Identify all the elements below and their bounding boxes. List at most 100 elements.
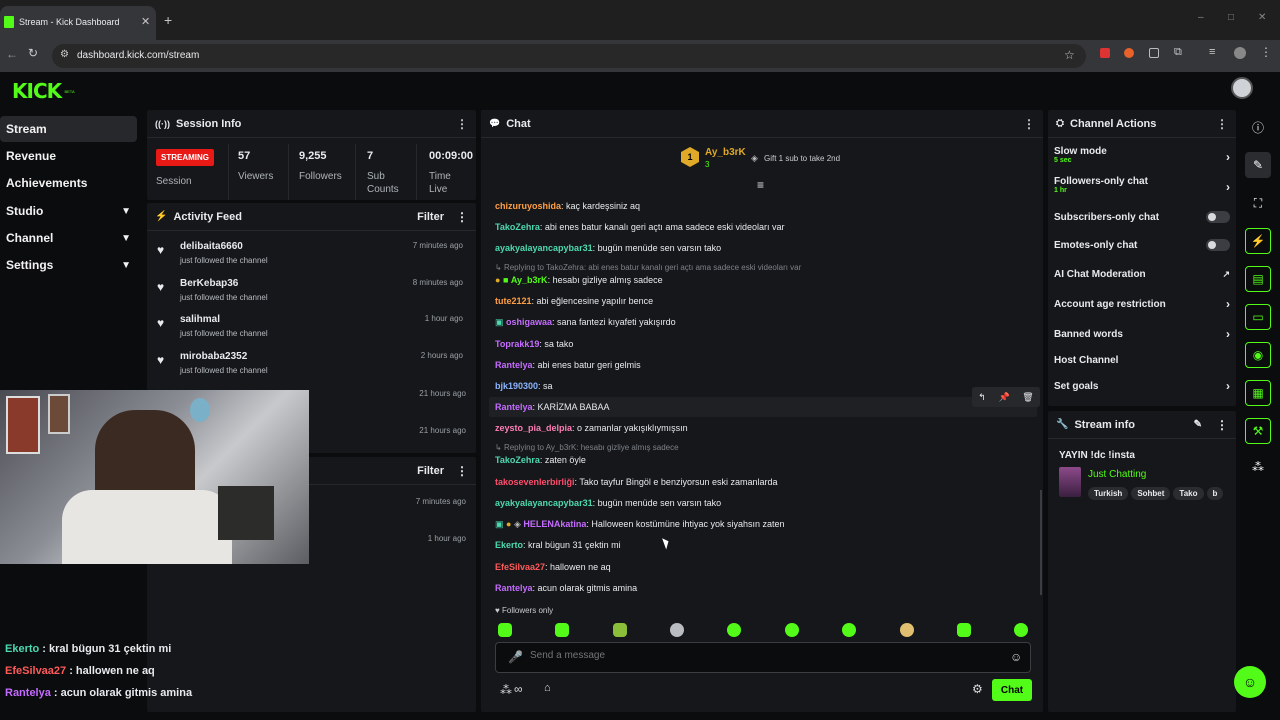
wrench-icon[interactable]: ⚒ [1245, 418, 1271, 444]
sidebar-item-settings[interactable]: Settings ▼ [0, 252, 137, 278]
chat-username[interactable]: Ekerto [495, 540, 523, 550]
kebab-menu-icon[interactable]: ⋮ [456, 464, 468, 478]
action-subscribers-only[interactable]: Subscribers-only chat [1054, 206, 1230, 228]
chat-username[interactable]: chizuruyoshida [495, 201, 561, 211]
bookmark-star-icon[interactable]: ☆ [1064, 48, 1075, 62]
top-gifter-name[interactable]: Ay_b3rK [705, 147, 746, 158]
action-host-channel[interactable]: Host Channel [1054, 349, 1230, 371]
emote-icon[interactable] [498, 623, 512, 637]
emote-icon[interactable] [842, 623, 856, 637]
tag[interactable]: b [1206, 487, 1224, 500]
emote-icon[interactable] [727, 623, 741, 637]
emote-icon[interactable] [670, 623, 684, 637]
tag[interactable]: Tako [1173, 487, 1204, 500]
emote-icon[interactable] [900, 623, 914, 637]
users-icon[interactable]: ⁂ [1245, 454, 1271, 480]
broadcast-icon[interactable]: ◉ [1245, 342, 1271, 368]
users-icon[interactable]: ⁂ [500, 683, 512, 697]
chat-username[interactable]: Toprakk19 [495, 339, 539, 349]
chat-username[interactable]: tute2121 [495, 296, 532, 306]
chat-username[interactable]: TakoZehra [495, 222, 540, 232]
gear-icon[interactable]: ⚙ [972, 682, 983, 696]
close-window-button[interactable]: ✕ [1258, 12, 1266, 23]
kebab-menu-icon[interactable]: ⋮ [1023, 117, 1035, 131]
site-info-icon[interactable]: ⚙ [60, 49, 69, 60]
crop-icon[interactable]: ⛶ [1245, 190, 1271, 216]
avatar[interactable] [1231, 77, 1253, 99]
emote-icon[interactable] [1014, 623, 1028, 637]
emote-icon[interactable] [957, 623, 971, 637]
chat-scrollbar[interactable] [1040, 490, 1042, 595]
action-set-goals[interactable]: Set goals › [1054, 375, 1230, 397]
media-icon[interactable]: ≡ [1209, 46, 1215, 58]
trash-icon[interactable]: 🗑 [1022, 392, 1033, 403]
profile-icon[interactable] [1234, 47, 1246, 59]
chat-username[interactable]: Rantelya [495, 583, 533, 593]
chat-input-box[interactable]: 🎤 ☺ [495, 642, 1031, 673]
chat-username[interactable]: oshigawaa [506, 317, 552, 327]
reply-icon[interactable]: ↰ [978, 392, 986, 403]
feed-username[interactable]: salihmal [180, 314, 220, 325]
pin-icon[interactable]: 📌 [998, 392, 1009, 403]
infinity-icon[interactable]: ∞ [514, 682, 523, 696]
sidebar-item-achievements[interactable]: Achievements [0, 170, 137, 196]
emote-icon[interactable] [785, 623, 799, 637]
chat-username[interactable]: bjk190300 [495, 381, 538, 391]
kebab-menu-icon[interactable]: ⋮ [1216, 418, 1228, 432]
feed-username[interactable]: BerKebap36 [180, 278, 238, 289]
toggle-switch[interactable] [1206, 239, 1230, 251]
lightning-icon[interactable]: ⚡ [1245, 228, 1271, 254]
chat-bubble-icon[interactable]: ▭ [1245, 304, 1271, 330]
gift-sub-text[interactable]: Gift 1 sub to take 2nd [764, 154, 840, 163]
back-icon[interactable]: ← [6, 47, 18, 61]
category-name[interactable]: Just Chatting [1088, 469, 1146, 480]
extension-icon[interactable] [1149, 48, 1159, 58]
chat-message-input[interactable] [530, 650, 970, 661]
emoji-picker-icon[interactable]: ☺ [1010, 650, 1022, 664]
action-emotes-only[interactable]: Emotes-only chat [1054, 234, 1230, 256]
info-icon[interactable]: ⓘ [1245, 114, 1271, 140]
kebab-menu-icon[interactable]: ⋮ [456, 210, 468, 224]
url-field[interactable]: ⚙ dashboard.kick.com/stream ☆ [52, 44, 1086, 68]
kick-logo[interactable]: KICK BETA [12, 79, 75, 103]
chat-username[interactable]: Rantelya [495, 360, 533, 370]
send-chat-button[interactable]: Chat [992, 679, 1032, 701]
extension-icon[interactable] [1100, 48, 1110, 58]
feed-username[interactable]: delibaita6660 [180, 241, 243, 252]
chat-username[interactable]: zeysto_pia_delpia [495, 423, 572, 433]
store-icon[interactable]: ⌂ [544, 682, 551, 694]
chat-username[interactable]: ayakyalayancapybar31 [495, 243, 593, 253]
action-ai-moderation[interactable]: AI Chat Moderation ↗ [1054, 263, 1230, 285]
minimize-button[interactable]: – [1198, 12, 1204, 23]
support-chat-icon[interactable]: ☺ [1234, 666, 1266, 698]
emote-icon[interactable] [555, 623, 569, 637]
action-account-age[interactable]: Account age restriction › [1054, 293, 1230, 315]
filter-button[interactable]: Filter [417, 211, 444, 223]
chat-username[interactable]: takosevenlerbirliği [495, 477, 575, 487]
action-banned-words[interactable]: Banned words › [1054, 323, 1230, 345]
tag[interactable]: Turkish [1088, 487, 1129, 500]
sidebar-item-stream[interactable]: Stream [0, 116, 137, 142]
menu-icon[interactable]: ⋮ [1260, 45, 1272, 59]
chat-username[interactable]: ayakyalayancapybar31 [495, 498, 593, 508]
kebab-menu-icon[interactable]: ⋮ [1216, 117, 1228, 131]
layout-icon[interactable]: ▦ [1245, 380, 1271, 406]
sidebar-item-revenue[interactable]: Revenue [0, 143, 137, 169]
toggle-switch[interactable] [1206, 211, 1230, 223]
chat-username[interactable]: EfeSilvaa27 [495, 562, 545, 572]
edit-pencil-icon[interactable]: ✎ [1245, 152, 1271, 178]
chat-username[interactable]: HELENAkatina [523, 519, 586, 529]
action-followers-only[interactable]: Followers-only chat 1 hr › [1054, 176, 1230, 202]
document-icon[interactable]: ▤ [1245, 266, 1271, 292]
feed-username[interactable]: mirobaba2352 [180, 351, 247, 362]
browser-tab[interactable]: Stream - Kick Dashboard ✕ [0, 6, 156, 40]
sidebar-item-channel[interactable]: Channel ▼ [0, 225, 137, 251]
filter-lines-icon[interactable]: ≡ [757, 178, 764, 192]
chat-username[interactable]: TakoZehra [495, 455, 540, 465]
action-slow-mode[interactable]: Slow mode 5 sec › [1054, 146, 1230, 172]
edit-pencil-icon[interactable]: ✎ [1194, 419, 1202, 430]
sidebar-item-studio[interactable]: Studio ▼ [0, 198, 137, 224]
chat-username[interactable]: Rantelya [495, 402, 533, 412]
maximize-button[interactable]: □ [1228, 12, 1234, 23]
tag[interactable]: Sohbet [1131, 487, 1171, 500]
